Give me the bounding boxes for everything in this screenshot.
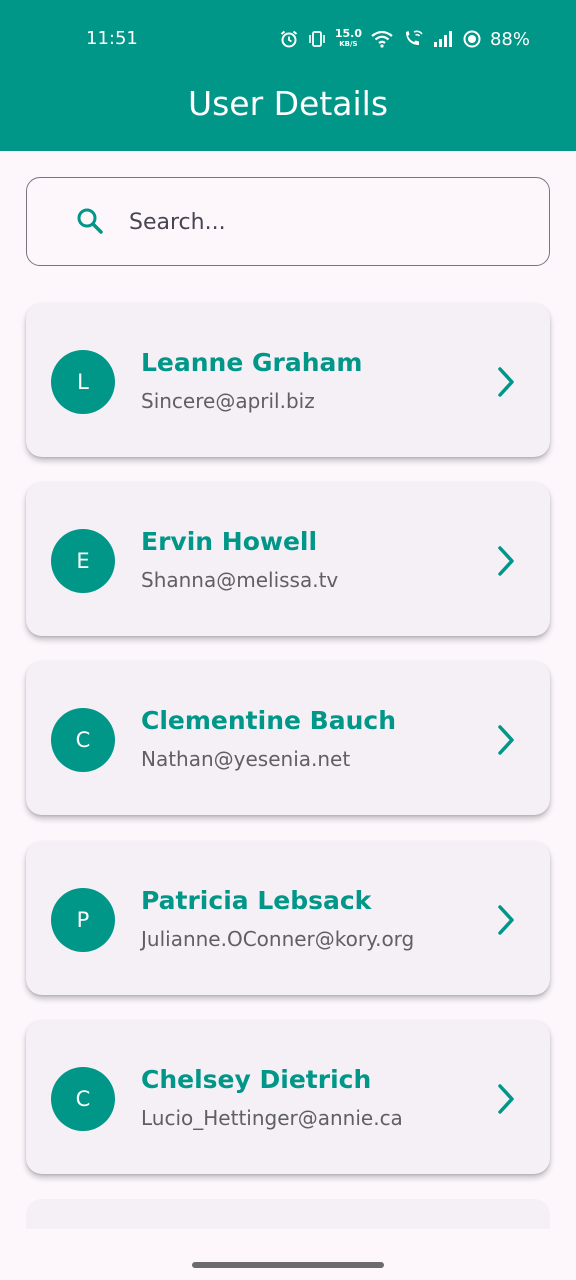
search-input[interactable] (129, 202, 529, 242)
user-email: Julianne.OConner@kory.org (141, 927, 415, 951)
status-bar: 11:51 15.0 KB/S 88% (0, 0, 576, 78)
user-card[interactable]: E Ervin Howell Shanna@melissa.tv (26, 482, 550, 636)
battery-saver-icon (462, 29, 482, 49)
page-title: User Details (187, 84, 389, 123)
avatar: C (51, 708, 115, 772)
chevron-right-icon[interactable] (492, 543, 520, 583)
system-nav-bar (0, 1229, 576, 1280)
avatar: L (51, 350, 115, 414)
chevron-right-icon[interactable] (492, 364, 520, 404)
wifi-icon (370, 29, 394, 49)
wifi-call-icon (402, 29, 424, 49)
user-email: Sincere@april.biz (141, 389, 315, 413)
avatar: E (51, 529, 115, 593)
chevron-right-icon[interactable] (492, 902, 520, 942)
user-email: Lucio_Hettinger@annie.ca (141, 1106, 403, 1130)
search-icon[interactable] (75, 206, 105, 240)
user-name: Leanne Graham (141, 348, 363, 377)
status-time: 11:51 (86, 28, 138, 49)
user-name: Chelsey Dietrich (141, 1065, 372, 1094)
user-name: Clementine Bauch (141, 706, 396, 735)
avatar: P (51, 888, 115, 952)
user-card[interactable]: P Patricia Lebsack Julianne.OConner@kory… (26, 841, 550, 995)
signal-icon (432, 29, 454, 49)
user-card[interactable]: C Chelsey Dietrich Lucio_Hettinger@annie… (26, 1020, 550, 1174)
user-card[interactable]: C Clementine Bauch Nathan@yesenia.net (26, 661, 550, 815)
chevron-right-icon[interactable] (492, 1081, 520, 1121)
user-card[interactable]: L Leanne Graham Sincere@april.biz (26, 303, 550, 457)
user-name: Ervin Howell (141, 527, 318, 556)
user-email: Shanna@melissa.tv (141, 568, 339, 592)
alarm-icon (279, 29, 299, 49)
battery-percent: 88% (489, 28, 530, 50)
app-bar: 11:51 15.0 KB/S 88% User Details (0, 0, 576, 151)
net-speed: 15.0 KB/S (334, 27, 362, 48)
status-icons: 15.0 KB/S 88% (279, 26, 530, 52)
user-card-partial[interactable] (26, 1199, 550, 1229)
chevron-right-icon[interactable] (492, 722, 520, 762)
search-bar[interactable] (26, 177, 550, 266)
vibrate-icon (307, 29, 327, 49)
home-indicator[interactable] (192, 1262, 384, 1268)
user-name: Patricia Lebsack (141, 886, 372, 915)
user-email: Nathan@yesenia.net (141, 747, 351, 771)
avatar: C (51, 1067, 115, 1131)
